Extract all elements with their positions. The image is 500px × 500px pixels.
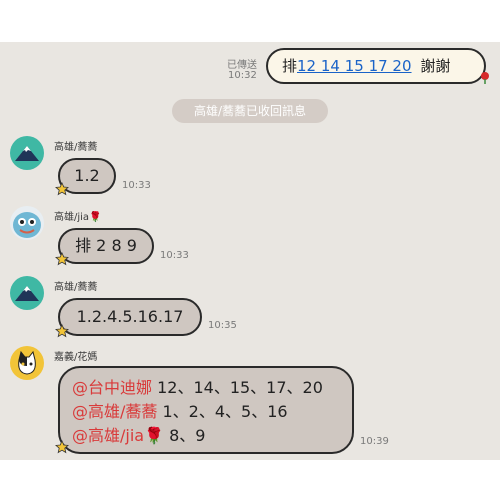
message-text: 8、9 [164,426,206,445]
message-line: @高雄/蕎蕎 1、2、4、5、16 [72,400,352,424]
mountain-avatar-icon[interactable] [10,136,44,170]
sender-name: 高雄/jia🌹 [54,212,102,223]
message-text: 1.2.4.5.16.17 [76,307,184,326]
star-sticker-icon [55,182,69,196]
message-time: 10:35 [208,320,237,331]
mention-link[interactable]: @高雄/jia [72,426,144,445]
incoming-message-bubble[interactable]: 1.2.4.5.16.17 [58,298,202,336]
sender-name: 高雄/蕎蕎 [54,282,98,293]
message-status: 已傳送 [227,60,257,71]
message-text-suffix: 謝謝 [420,57,451,75]
message-text-prefix: 排 [282,57,298,75]
sender-name: 高雄/蕎蕎 [54,142,98,153]
hangyodon-avatar-icon[interactable] [10,206,44,240]
mention-link[interactable]: @台中迪娜 [72,378,152,397]
recalled-message-notice: 高雄/蕎蕎已收回訊息 [172,99,328,123]
message-time: 10:33 [160,250,189,261]
rose-icon [481,72,489,84]
message-text: 排 2 8 9 [75,236,137,255]
incoming-message-bubble[interactable]: @台中迪娜 12、14、15、17、20 @高雄/蕎蕎 1、2、4、5、16 @… [58,366,354,454]
message-time: 10:32 [228,70,257,81]
incoming-message-bubble[interactable]: 排 2 8 9 [58,228,154,264]
message-time: 10:33 [122,180,151,191]
message-text: 1、2、4、5、16 [157,402,288,421]
star-sticker-icon [55,252,69,266]
sender-name: 嘉義/花媽 [54,352,98,363]
message-link[interactable]: 12 14 15 17 20 [297,57,412,75]
mention-link[interactable]: @高雄/蕎蕎 [72,402,157,421]
star-sticker-icon [55,324,69,338]
message-text: 12、14、15、17、20 [152,378,323,397]
rose-icon: 🌹 [89,212,102,223]
message-time: 10:39 [360,436,389,447]
rose-icon: 🌹 [144,426,165,445]
message-line: @高雄/jia🌹 8、9 [72,424,352,448]
outgoing-message-bubble[interactable]: 排12 14 15 17 20 謝謝 [266,48,486,84]
message-line: @台中迪娜 12、14、15、17、20 [72,376,352,400]
message-text: 1.2 [74,166,100,185]
chat-area[interactable]: 已傳送 10:32 排12 14 15 17 20 謝謝 高雄/蕎蕎已收回訊息 … [0,42,500,460]
star-sticker-icon [55,440,69,454]
mountain-avatar-icon[interactable] [10,276,44,310]
cat-avatar-icon[interactable] [10,346,44,380]
